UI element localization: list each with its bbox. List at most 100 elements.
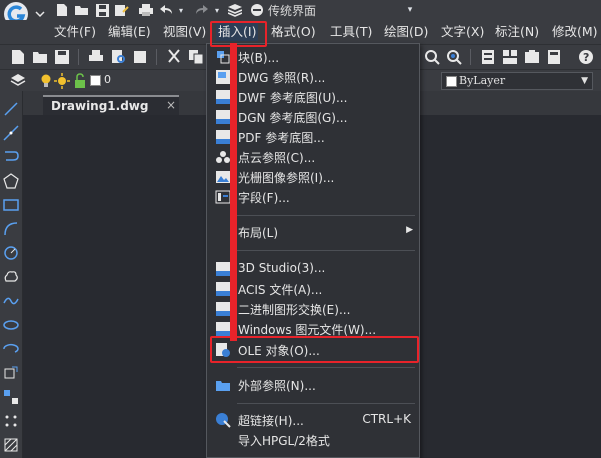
menu-item-hyperlink[interactable]: 超链接(H)... CTRL+K <box>207 410 419 430</box>
save-icon[interactable] <box>95 2 109 18</box>
menu-item-label: 块(B)... <box>238 51 280 65</box>
menu-item-ole[interactable]: OLE 对象(O)... <box>207 340 419 360</box>
menu-item-import-hpgl[interactable]: 导入HPGL/2格式 <box>207 430 419 450</box>
menu-separator <box>237 215 415 216</box>
point-cloud-icon <box>216 151 230 163</box>
open-folder-icon[interactable] <box>75 2 89 18</box>
print-icon[interactable] <box>139 2 153 18</box>
hatch-icon[interactable] <box>3 437 19 453</box>
insert-block-icon[interactable] <box>3 365 19 381</box>
layer-color-swatch[interactable] <box>90 75 101 86</box>
design-center-icon[interactable] <box>502 49 518 65</box>
copy-icon[interactable] <box>188 49 204 65</box>
revision-cloud-icon[interactable] <box>3 269 19 285</box>
menu-item-label: DWG 参照(R)... <box>238 71 326 85</box>
svg-text:?: ? <box>583 51 589 64</box>
tool-palettes-icon[interactable] <box>524 49 540 65</box>
menu-edit[interactable]: 编辑(E) <box>108 23 151 41</box>
menu-item-pdf-underlay[interactable]: PDF 参考底图... <box>207 127 419 147</box>
menu-item-label: 3D Studio(3)... <box>238 261 326 275</box>
polygon-icon[interactable] <box>3 173 19 189</box>
menu-dimension[interactable]: 标注(N) <box>495 23 539 41</box>
3ds-icon <box>216 262 230 276</box>
tab-drawing1[interactable]: Drawing1.dwg × <box>43 95 179 117</box>
plot-icon[interactable] <box>88 49 104 65</box>
menu-modify[interactable]: 修改(M) <box>552 23 598 41</box>
preview-icon[interactable] <box>110 49 126 65</box>
workspace-dropdown-icon[interactable]: ▾ <box>405 2 415 18</box>
acis-icon <box>216 282 230 296</box>
layer-unlock-icon[interactable] <box>72 73 88 89</box>
layer-thaw-sun-icon[interactable] <box>54 73 70 89</box>
menu-item-label: PDF 参考底图... <box>238 131 325 145</box>
ellipse-arc-icon[interactable] <box>3 341 19 357</box>
line-icon[interactable] <box>3 101 19 117</box>
menu-item-layout[interactable]: 布局(L) ▶ <box>207 222 419 242</box>
calculator-icon[interactable] <box>546 49 562 65</box>
close-icon[interactable]: × <box>166 98 176 112</box>
properties-icon[interactable] <box>480 49 496 65</box>
dwg-ref-icon <box>216 70 230 84</box>
new-file-icon[interactable] <box>55 2 69 18</box>
menu-text[interactable]: 文字(X) <box>441 23 484 41</box>
dwf-underlay-icon <box>216 90 230 104</box>
xline-icon[interactable] <box>3 125 19 141</box>
menu-item-field[interactable]: 字段(F)... <box>207 187 419 207</box>
toolbar-separator <box>78 49 79 65</box>
menu-draw[interactable]: 绘图(D) <box>384 23 428 41</box>
redo-icon[interactable] <box>194 2 208 18</box>
workspace-gear-icon[interactable] <box>250 2 264 18</box>
menu-item-3dstudio[interactable]: 3D Studio(3)... <box>207 259 419 279</box>
menu-item-xref[interactable]: 外部参照(N)... <box>207 375 419 395</box>
undo-dropdown-icon[interactable]: ▾ <box>176 2 186 18</box>
open-icon[interactable] <box>32 49 48 65</box>
chevron-down-icon: ▼ <box>581 76 588 86</box>
circle-icon[interactable] <box>3 245 19 261</box>
zoom-previous-icon[interactable] <box>446 49 462 65</box>
menu-insert[interactable]: 插入(I) <box>216 23 259 41</box>
ellipse-icon[interactable] <box>3 317 19 333</box>
menu-item-binary-exchange[interactable]: 二进制图形交换(E)... <box>207 299 419 319</box>
menu-separator <box>237 250 415 251</box>
spline-icon[interactable] <box>3 293 19 309</box>
bylayer-swatch <box>446 76 457 87</box>
publish-icon[interactable] <box>132 49 148 65</box>
menu-item-label: 超链接(H)... <box>238 414 304 428</box>
workspace-layers-icon[interactable] <box>228 2 242 18</box>
menu-item-label: 导入HPGL/2格式 <box>238 434 330 448</box>
menu-bar: 文件(F) 编辑(E) 视图(V) 插入(I) 格式(O) 工具(T) 绘图(D… <box>0 20 601 44</box>
new-icon[interactable] <box>10 49 26 65</box>
rectangle-icon[interactable] <box>3 197 19 213</box>
save-toolbar-icon[interactable] <box>54 49 70 65</box>
layer-manager-icon[interactable] <box>10 73 26 89</box>
redo-dropdown-icon[interactable]: ▾ <box>212 2 222 18</box>
arc-icon[interactable] <box>3 221 19 237</box>
menu-item-dwf-underlay[interactable]: DWF 参考底图(U)... <box>207 87 419 107</box>
menu-view[interactable]: 视图(V) <box>163 23 206 41</box>
zoom-window-icon[interactable] <box>424 49 440 65</box>
menu-tools[interactable]: 工具(T) <box>330 23 372 41</box>
help-icon[interactable]: ? <box>578 49 594 65</box>
save-as-icon[interactable] <box>115 2 129 18</box>
polyline-icon[interactable] <box>3 149 19 165</box>
point-icon[interactable] <box>3 413 19 429</box>
undo-icon[interactable] <box>160 2 174 18</box>
menu-item-acis[interactable]: ACIS 文件(A)... <box>207 279 419 299</box>
menu-item-dwg-ref[interactable]: DWG 参照(R)... <box>207 67 419 87</box>
menu-item-point-cloud[interactable]: 点云参照(C)... <box>207 147 419 167</box>
menu-file[interactable]: 文件(F) <box>54 23 96 41</box>
layer-name[interactable]: 0 <box>104 73 111 86</box>
menu-item-wmf[interactable]: Windows 图元文件(W)... <box>207 319 419 339</box>
menu-item-raster-image[interactable]: 光栅图像参照(I)... <box>207 167 419 187</box>
layer-on-bulb-icon[interactable] <box>38 73 54 89</box>
xref-icon <box>216 381 230 391</box>
menu-item-label: DWF 参考底图(U)... <box>238 91 348 105</box>
menu-item-dgn-underlay[interactable]: DGN 参考底图(G)... <box>207 107 419 127</box>
workspace-name[interactable]: 传统界面 <box>268 2 316 19</box>
make-block-icon[interactable] <box>3 389 19 405</box>
menu-format[interactable]: 格式(O) <box>271 23 316 41</box>
linetype-dropdown[interactable]: ByLayer ▼ <box>441 72 593 90</box>
cut-icon[interactable] <box>166 49 182 65</box>
menu-item-label: Windows 图元文件(W)... <box>238 323 377 337</box>
menu-item-block[interactable]: 块(B)... <box>207 47 419 67</box>
